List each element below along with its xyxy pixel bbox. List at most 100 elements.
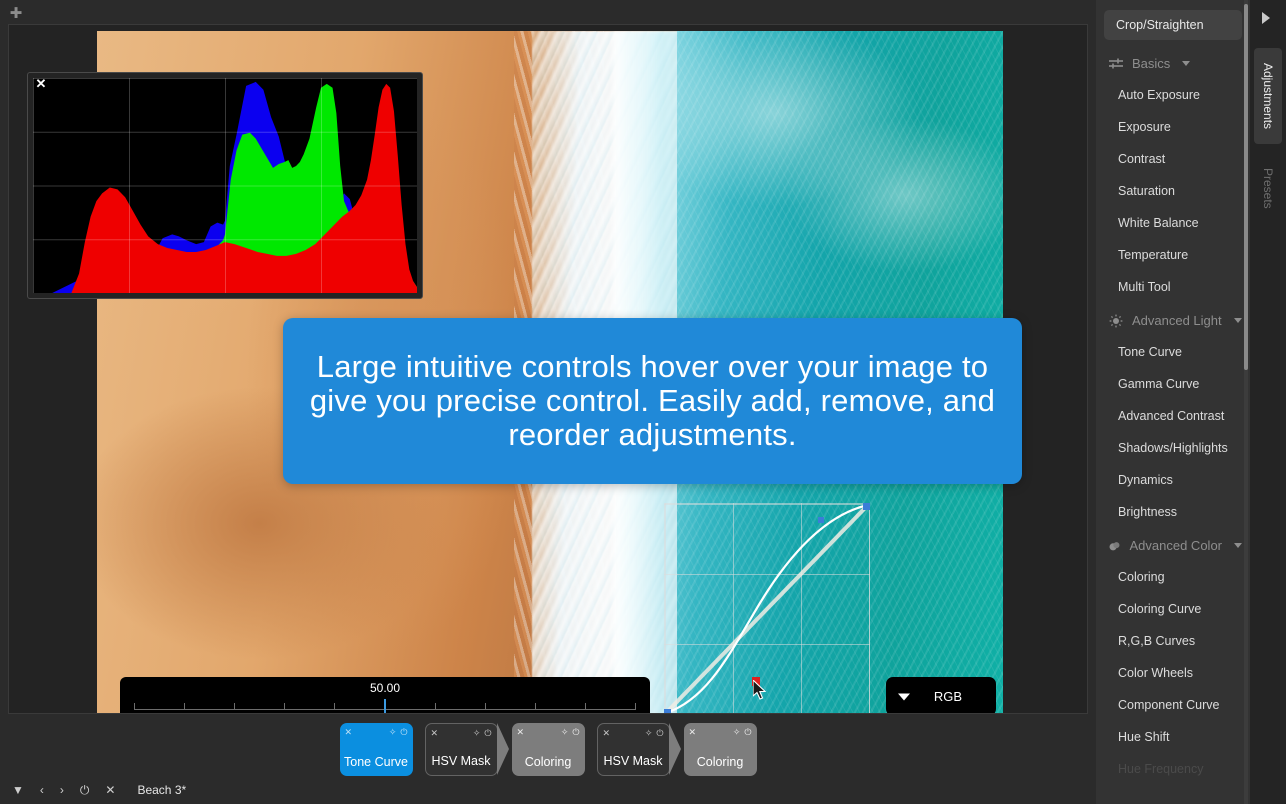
amount-handle[interactable] — [384, 699, 386, 713]
sidebar-item-rgb-curves[interactable]: R,G,B Curves — [1096, 625, 1250, 657]
panel-tab-rail: Adjustments Presets — [1250, 0, 1286, 804]
node-label: Tone Curve — [344, 754, 408, 769]
sidebar-item-component-curve[interactable]: Component Curve — [1096, 689, 1250, 721]
sidebar-item-coloring[interactable]: Coloring — [1096, 561, 1250, 593]
close-icon[interactable]: ✕ — [689, 727, 697, 737]
node-icons: ✕ ✧ ⏻ — [689, 727, 752, 738]
histogram-svg — [33, 81, 417, 293]
sidebar-item-hue-shift[interactable]: Hue Shift — [1096, 721, 1250, 753]
filename-label: Beach 3* — [137, 783, 187, 797]
curve-control[interactable]: Curve — [664, 503, 870, 714]
power-icon[interactable]: ⏻ — [656, 728, 663, 738]
pin-icon[interactable]: ✧ — [733, 727, 741, 737]
close-icon[interactable]: ✕ — [34, 77, 48, 91]
pin-icon[interactable]: ✧ — [561, 727, 569, 737]
node-icons: ✕ ✧ ⏻ — [603, 728, 664, 739]
sidebar-item-shadows-highlights[interactable]: Shadows/Highlights — [1096, 432, 1250, 464]
group-label: Basics — [1132, 56, 1171, 71]
node-connector — [496, 722, 512, 776]
chevron-right-icon[interactable] — [1262, 12, 1270, 24]
histogram-plot — [33, 78, 417, 293]
sidebar-item-dynamics[interactable]: Dynamics — [1096, 464, 1250, 496]
node-icons: ✕ ✧ ⏻ — [517, 727, 580, 738]
sidebar-item-contrast[interactable]: Contrast — [1096, 143, 1250, 175]
curve-baseline — [664, 503, 870, 713]
sidebar-item-saturation[interactable]: Saturation — [1096, 175, 1250, 207]
sidebar-item-white-balance[interactable]: White Balance — [1096, 207, 1250, 239]
node-label: Coloring — [696, 754, 744, 769]
close-icon[interactable]: ✕ — [345, 727, 353, 737]
node-coloring-2[interactable]: ✕ ✧ ⏻ Coloring — [683, 722, 757, 776]
previous-icon[interactable]: ‹ — [40, 783, 44, 797]
sidebar-item-gamma-curve[interactable]: Gamma Curve — [1096, 368, 1250, 400]
next-icon[interactable]: › — [60, 783, 64, 797]
pin-icon[interactable]: ✧ — [645, 728, 653, 738]
histogram-panel[interactable]: ✕ — [27, 72, 423, 299]
group-label: Advanced Color — [1129, 538, 1223, 553]
node-hsv-mask-2[interactable]: ✕ ✧ ⏻ HSV Mask — [596, 722, 670, 776]
method-control[interactable]: RGB Method — [886, 677, 996, 713]
pin-icon[interactable]: ✧ — [473, 728, 481, 738]
sidebar-item-multi-tool[interactable]: Multi Tool — [1096, 271, 1250, 303]
power-icon[interactable]: ⏻ — [572, 727, 579, 737]
sidebar-item-brightness[interactable]: Brightness — [1096, 496, 1250, 528]
curve-point-end[interactable] — [863, 503, 870, 510]
sidebar-item-tone-curve[interactable]: Tone Curve — [1096, 336, 1250, 368]
add-icon[interactable]: ✚ — [8, 6, 24, 22]
adjustment-node-strip: ✕ ✧ ⏻ Tone Curve ✕ ✧ ⏻ HSV Mask ✕ ✧ ⏻ Co… — [8, 719, 1088, 779]
sidebar-scrollbar[interactable] — [1244, 4, 1248, 370]
curve-svg[interactable] — [664, 503, 870, 714]
tab-presets[interactable]: Presets — [1254, 152, 1282, 224]
close-icon[interactable]: ✕ — [105, 783, 115, 797]
group-header-basics[interactable]: Basics — [1096, 46, 1250, 79]
close-icon[interactable]: ✕ — [603, 728, 611, 738]
power-icon[interactable]: ⏻ — [400, 727, 407, 737]
sidebar-item-auto-exposure[interactable]: Auto Exposure — [1096, 79, 1250, 111]
method-dropdown[interactable]: RGB — [886, 677, 996, 713]
curve-point-mid[interactable] — [752, 677, 760, 686]
amount-control[interactable]: 50.00 Amount — [120, 677, 650, 713]
pin-icon[interactable]: ✧ — [389, 727, 397, 737]
close-icon[interactable]: ✕ — [431, 728, 439, 738]
node-icons: ✕ ✧ ⏻ — [431, 728, 492, 739]
tab-adjustments[interactable]: Adjustments — [1254, 48, 1282, 144]
chevron-down-icon[interactable] — [898, 693, 910, 700]
sidebar-item-coloring-curve[interactable]: Coloring Curve — [1096, 593, 1250, 625]
curve-point-start[interactable] — [664, 709, 671, 714]
adjustments-sidebar[interactable]: Crop/Straighten Basics Auto Exposure Exp… — [1096, 0, 1250, 804]
color-drop-icon — [1109, 541, 1120, 550]
histogram-red-series — [33, 83, 417, 293]
group-header-advanced-light[interactable]: Advanced Light — [1096, 303, 1250, 336]
sliders-icon — [1109, 58, 1123, 69]
amount-slider[interactable]: 50.00 — [120, 677, 650, 713]
sidebar-item-exposure[interactable]: Exposure — [1096, 111, 1250, 143]
tooltip-banner: Large intuitive controls hover over your… — [283, 318, 1022, 484]
amount-value: 50.00 — [369, 681, 401, 695]
node-connector — [668, 722, 684, 776]
power-icon[interactable]: ⏻ — [80, 783, 90, 798]
caret-down-icon[interactable]: ▼ — [12, 783, 24, 797]
tooltip-text: Large intuitive controls hover over your… — [309, 349, 996, 452]
sidebar-item-color-wheels[interactable]: Color Wheels — [1096, 657, 1250, 689]
close-icon[interactable]: ✕ — [517, 727, 525, 737]
canvas-area[interactable]: ✕ Large intuitive controls hover over yo… — [8, 24, 1088, 714]
node-label: Coloring — [524, 754, 572, 769]
crop-straighten-button[interactable]: Crop/Straighten — [1104, 10, 1242, 40]
group-header-advanced-color[interactable]: Advanced Color — [1096, 528, 1250, 561]
node-hsv-mask-1[interactable]: ✕ ✧ ⏻ HSV Mask — [424, 722, 498, 776]
node-tone-curve[interactable]: ✕ ✧ ⏻ Tone Curve — [339, 722, 413, 776]
node-icons: ✕ ✧ ⏻ — [345, 727, 408, 738]
curve-point-upper[interactable] — [818, 517, 824, 523]
chevron-down-icon[interactable] — [1182, 61, 1191, 66]
node-coloring-1[interactable]: ✕ ✧ ⏻ Coloring — [511, 722, 585, 776]
sidebar-item-advanced-contrast[interactable]: Advanced Contrast — [1096, 400, 1250, 432]
sun-icon — [1109, 314, 1123, 327]
sidebar-item-hue-frequency[interactable]: Hue Frequency — [1096, 753, 1250, 785]
node-label: HSV Mask — [431, 753, 491, 768]
chevron-down-icon[interactable] — [1234, 543, 1242, 548]
chevron-down-icon[interactable] — [1233, 318, 1242, 323]
node-label: HSV Mask — [603, 753, 663, 768]
power-icon[interactable]: ⏻ — [484, 728, 491, 738]
sidebar-item-temperature[interactable]: Temperature — [1096, 239, 1250, 271]
power-icon[interactable]: ⏻ — [744, 727, 751, 737]
